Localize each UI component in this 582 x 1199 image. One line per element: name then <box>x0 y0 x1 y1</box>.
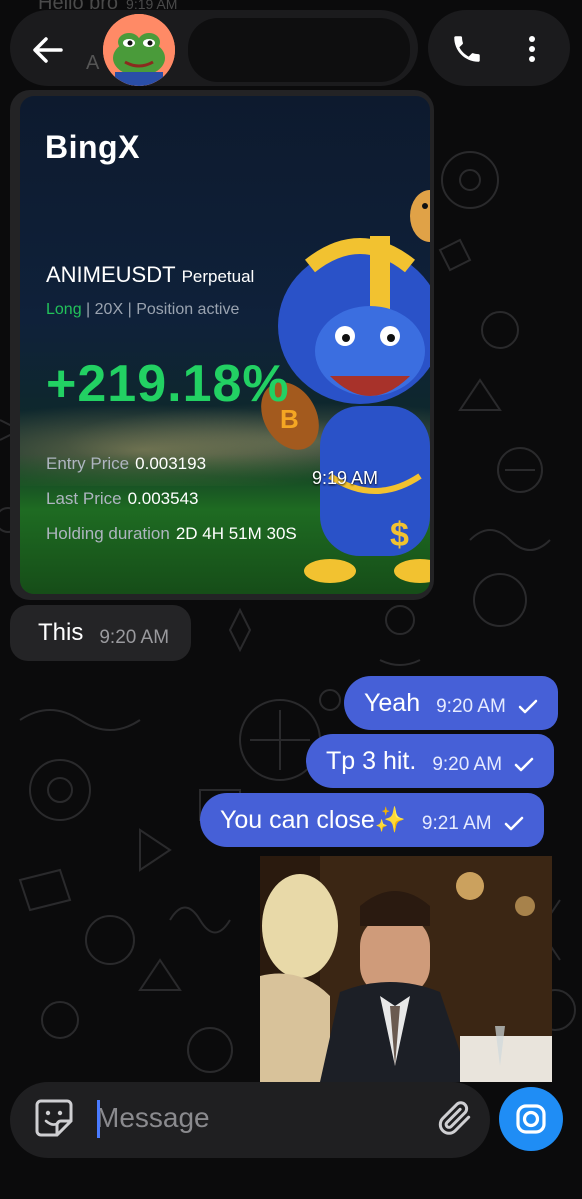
message-time: 9:20 AM <box>436 696 506 717</box>
back-button[interactable] <box>26 28 70 72</box>
message-time: 9:21 AM <box>421 813 492 834</box>
message-time: 9:20 AM <box>99 627 170 648</box>
entry-price-label: Entry Price <box>46 454 130 473</box>
meme-photo-illustration <box>260 856 552 1082</box>
message-text: Yeah <box>364 688 421 717</box>
sent-check-icon <box>504 816 524 832</box>
message-text: You can close✨ <box>220 805 406 834</box>
more-options-button[interactable] <box>512 28 552 70</box>
sticker-button[interactable] <box>32 1096 76 1140</box>
entry-price-row: Entry Price 0.003193 <box>46 454 206 474</box>
frog-avatar-icon <box>103 14 175 86</box>
contract-type: Perpetual <box>181 267 255 286</box>
pnl-share-card[interactable]: $ B BingX ANIMEUSDT Perpetual Long | 20X … <box>20 96 430 594</box>
sent-check-icon <box>518 699 538 715</box>
position-leverage: 20X <box>94 301 124 318</box>
more-vertical-icon <box>529 36 535 62</box>
incoming-message-bubble[interactable]: This 9:20 AM <box>10 605 192 661</box>
message-time: 9:20 AM <box>432 754 503 775</box>
last-price-label: Last Price <box>46 489 122 508</box>
trading-pair: ANIMEUSDT Perpetual <box>46 262 254 288</box>
message-text: This <box>38 619 84 646</box>
contact-avatar[interactable] <box>103 14 175 86</box>
outgoing-message-bubble[interactable]: Tp 3 hit. 9:20 AM <box>306 734 555 788</box>
text-cursor <box>97 1100 100 1138</box>
arrow-left-icon <box>33 37 63 63</box>
camera-button[interactable] <box>499 1087 563 1151</box>
card-message-time: 9:19 AM <box>312 468 379 488</box>
holding-duration-row: Holding duration 2D 4H 51M 30S <box>46 524 297 544</box>
position-status: Position active <box>136 301 240 318</box>
position-direction: Long <box>46 301 82 318</box>
pair-symbol: ANIMEUSDT <box>46 262 176 287</box>
holding-duration-label: Holding duration <box>46 524 170 543</box>
pnl-percentage: +219.18% <box>46 355 290 413</box>
message-text: Tp 3 hit. <box>326 746 417 775</box>
sticker-icon <box>35 1099 73 1137</box>
holding-duration-value: 2D 4H 51M 30S <box>175 524 297 543</box>
contact-name-partial: A <box>86 52 100 74</box>
paperclip-icon <box>438 1101 471 1135</box>
contact-name-redacted[interactable] <box>188 18 410 82</box>
call-button[interactable] <box>446 28 488 70</box>
entry-price-value: 0.003193 <box>135 454 207 473</box>
attach-button[interactable] <box>434 1096 478 1140</box>
bingx-logo: BingX <box>45 129 140 165</box>
last-price-value: 0.003543 <box>127 489 199 508</box>
phone-icon <box>454 36 480 62</box>
outgoing-message-bubble[interactable]: Yeah 9:20 AM <box>344 676 558 730</box>
outgoing-photo-message[interactable] <box>260 856 552 1082</box>
sent-check-icon <box>514 757 534 773</box>
position-info: Long | 20X | Position active <box>46 301 240 318</box>
svg-text:$: $ <box>390 516 409 554</box>
camera-icon <box>516 1104 546 1134</box>
last-price-row: Last Price 0.003543 <box>46 489 199 509</box>
outgoing-message-bubble[interactable]: You can close✨ 9:21 AM <box>200 793 544 847</box>
message-input[interactable] <box>96 1094 416 1142</box>
